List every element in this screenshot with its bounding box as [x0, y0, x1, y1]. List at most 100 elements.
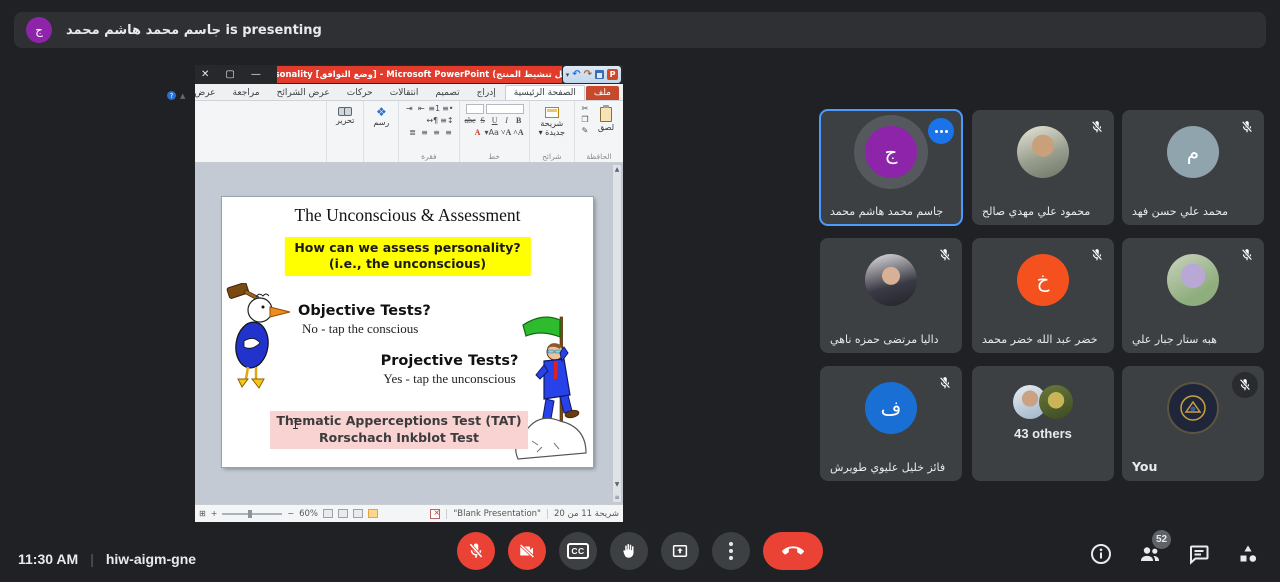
collapse-ribbon-icon: ▲ — [180, 92, 185, 100]
tab-slideshow: عرض الشرائح — [269, 86, 338, 100]
tile-participant[interactable]: هبه ستار جبار علي — [1122, 238, 1264, 353]
tab-home: الصفحة الرئيسية — [505, 85, 585, 100]
spellcheck-icon — [430, 509, 440, 519]
tile-participant[interactable]: خ خضر عبد الله خضر محمد — [972, 238, 1114, 353]
raise-hand-button[interactable] — [610, 532, 648, 570]
meeting-code: hiw-aigm-gne — [106, 551, 196, 567]
chat-button[interactable] — [1187, 542, 1211, 566]
close-icon: ✕ — [201, 69, 209, 80]
mic-off-icon — [935, 245, 955, 265]
mic-off-icon — [1087, 245, 1107, 265]
tab-transitions: انتقالات — [382, 86, 427, 100]
captions-button[interactable]: CC — [559, 532, 597, 570]
format-painter-icon: ✎ — [580, 126, 590, 136]
slide-tests-box: Thematic Apperceptions Test (TAT) Rorsch… — [270, 411, 528, 449]
avatar — [1017, 126, 1069, 178]
zoom-slider — [222, 513, 282, 515]
font-color-icon: A — [473, 128, 483, 138]
chat-icon — [1187, 542, 1211, 566]
participant-name: محمد علي حسن فهد — [1132, 205, 1256, 218]
zoom-out-icon: − — [287, 509, 294, 518]
tile-presenter[interactable]: ج جاسم محمد هاشم محمد — [820, 110, 962, 225]
more-options-button[interactable] — [712, 532, 750, 570]
ribbon-group-slides: شريحة جديدة ▾ شرائح — [529, 101, 574, 162]
tile-participant[interactable]: داليا مرتضى حمزه ناهي — [820, 238, 962, 353]
numbering-icon: 1≡ — [428, 104, 440, 114]
window-controls: ✕ ▢ — — [201, 65, 261, 84]
tab-insert: إدراج — [469, 86, 504, 100]
ribbon-group-font: B I U S abc A˄ A˅ Aa▾ A — [459, 101, 529, 162]
participants-button[interactable]: 52 — [1138, 542, 1162, 566]
meet-window: ج جاسم محمد هاشم محمد is presenting ✕ ▢ … — [0, 0, 1280, 582]
font-name-select — [486, 104, 524, 114]
slide-canvas: The Unconscious & Assessment How can we … — [222, 197, 593, 467]
presenting-banner: ج جاسم محمد هاشم محمد is presenting — [14, 12, 1266, 48]
objective-tests-text: Objective Tests? No - tap the conscious — [298, 303, 431, 337]
scroll-down-icon: ▼ — [613, 481, 621, 488]
present-button[interactable] — [661, 532, 699, 570]
tab-design: تصميم — [427, 86, 467, 100]
slide-question-box: How can we assess personality? (i.e., th… — [284, 237, 530, 276]
shadow-icon: abc — [465, 116, 476, 126]
justify-icon: ≣ — [408, 128, 418, 138]
participant-name: فائز خليل عليوي طويرش — [830, 461, 954, 474]
tile-participant[interactable]: م محمد علي حسن فهد — [1122, 110, 1264, 225]
ribbon-group-paragraph: •≡ 1≡ ⇤ ⇥ ↕≡ ¶↔ ≡ ≡ ≡ — [398, 101, 458, 162]
ppt-editing-area: The Unconscious & Assessment How can we … — [195, 163, 623, 504]
align-left-icon: ≡ — [420, 128, 430, 138]
participant-name: You — [1132, 459, 1256, 474]
reading-view-icon — [338, 509, 348, 518]
minimize-icon: — — [251, 69, 261, 80]
ppt-ribbon-tabs: ملف الصفحة الرئيسية إدراج تصميم انتقالات… — [195, 84, 623, 101]
undo-icon: ↶ — [572, 69, 580, 80]
tile-participant[interactable]: ف فائز خليل عليوي طويرش — [820, 366, 962, 481]
activities-button[interactable] — [1236, 542, 1260, 566]
bold-icon: B — [514, 116, 524, 126]
find-binoculars-icon — [338, 107, 352, 115]
tile-participant[interactable]: محمود علي مهدي صالح — [972, 110, 1114, 225]
mic-toggle-button[interactable] — [457, 532, 495, 570]
cut-icon: ✂ — [580, 104, 590, 114]
paste-button: لصق — [594, 104, 618, 136]
quick-access-toolbar: ▾ ↶ ↷ P — [563, 66, 621, 83]
ribbon-group-clipboard: لصق ✂ ❐ ✎ الحافظة — [574, 101, 623, 162]
camera-toggle-button[interactable] — [508, 532, 546, 570]
powerpoint-logo-icon: P — [607, 69, 618, 80]
hand-icon — [620, 542, 638, 560]
avatar: خ — [1017, 254, 1069, 306]
tile-you[interactable]: You — [1122, 366, 1264, 481]
presenter-avatar: ج — [26, 17, 52, 43]
participant-name: خضر عبد الله خضر محمد — [982, 333, 1106, 346]
clipboard-icon — [600, 107, 612, 122]
present-icon — [671, 542, 689, 560]
avatar — [1167, 254, 1219, 306]
end-call-button[interactable] — [763, 532, 823, 570]
indent-icon: ⇤ — [416, 104, 426, 114]
mic-off-icon — [1237, 117, 1257, 137]
next-slide-icon: ≡ — [613, 494, 621, 501]
redo-icon: ↷ — [584, 69, 592, 80]
grow-font-icon: A˄ — [513, 128, 523, 138]
fit-slide-icon: ⊞ — [199, 509, 206, 518]
tile-menu-button[interactable] — [928, 118, 954, 144]
meeting-details-button[interactable] — [1089, 542, 1113, 566]
slide-counter: شريحة 11 من 20 — [554, 509, 619, 519]
right-bar: 52 — [1089, 542, 1260, 566]
slide-title: The Unconscious & Assessment — [222, 205, 593, 226]
duck-cartoon — [226, 283, 302, 395]
strikethrough-icon: S — [478, 116, 488, 126]
captions-icon: CC — [567, 543, 588, 559]
participant-count-badge: 52 — [1152, 530, 1171, 549]
bullets-icon: •≡ — [442, 104, 453, 114]
group-avatars — [1013, 385, 1073, 419]
mic-off-icon — [935, 373, 955, 393]
sorter-view-icon — [353, 509, 363, 518]
more-options-icon — [729, 542, 733, 560]
participant-name: جاسم محمد هاشم محمد — [830, 205, 954, 218]
info-icon — [1089, 542, 1113, 566]
font-size-select — [466, 104, 484, 114]
participant-name: داليا مرتضى حمزه ناهي — [830, 333, 954, 346]
clock-time: 11:30 AM — [18, 551, 78, 567]
italic-icon: I — [502, 116, 512, 126]
tile-others[interactable]: 43 others — [972, 366, 1114, 481]
